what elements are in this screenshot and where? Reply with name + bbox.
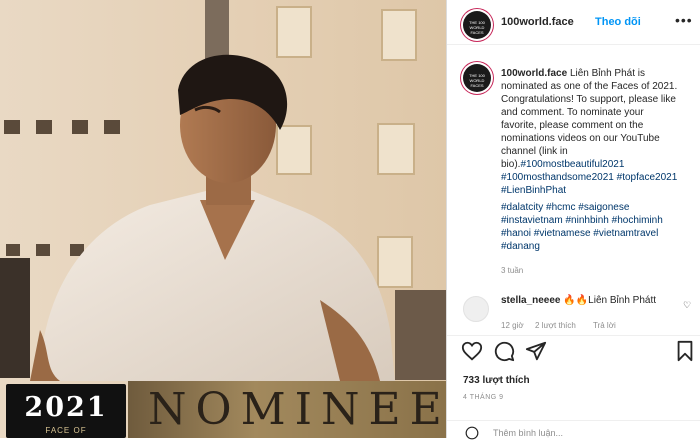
comment-likes[interactable]: 2 lượt thích bbox=[535, 321, 576, 330]
bookmark-icon[interactable] bbox=[675, 340, 695, 362]
add-comment-bar bbox=[447, 420, 700, 439]
post-image[interactable] bbox=[0, 0, 446, 438]
comment-time: 12 giờ bbox=[501, 321, 524, 330]
comment-text: stella_neeee 🔥🔥Liên Bỉnh Phátt bbox=[501, 295, 657, 306]
comment-like-icon[interactable]: ♡ bbox=[683, 300, 691, 311]
caption-line-8[interactable]: #100mosthandsome2021 #topface2021 bbox=[501, 171, 677, 184]
post-photo-illustration bbox=[0, 0, 446, 438]
profile-avatar[interactable]: THE 100 WORLD FACES bbox=[463, 11, 491, 39]
caption-line-5: nominations videos on our YouTube bbox=[501, 133, 660, 144]
action-bar bbox=[447, 335, 700, 370]
nominee-text: NOMINEE bbox=[148, 384, 451, 435]
header-username[interactable]: 100world.face bbox=[501, 16, 574, 28]
more-options-icon[interactable]: ••• bbox=[675, 12, 693, 28]
caption-line-12[interactable]: #hanoi #vietnamese #vietnamtravel bbox=[501, 227, 658, 240]
caption-time: 3 tuần bbox=[501, 266, 524, 275]
caption-avatar[interactable]: THE 100 WORLD FACES bbox=[463, 64, 491, 92]
comment-reply[interactable]: Trả lời bbox=[593, 321, 616, 330]
follow-button[interactable]: Theo dõi bbox=[595, 16, 641, 28]
caption-line-10[interactable]: #dalatcity #hcmc #saigonese bbox=[501, 201, 629, 214]
caption-line-0: 100world.face Liên Bỉnh Phát is bbox=[501, 68, 645, 79]
caption-line-3: and comment. To nominate your bbox=[501, 107, 644, 118]
post-detail-panel: THE 100 WORLD FACES 100world.face Theo d… bbox=[446, 0, 700, 440]
heart-icon[interactable] bbox=[461, 340, 483, 362]
caption-line-7: bio).#100mostbeautiful2021 bbox=[501, 159, 625, 170]
post-date: 4 THÁNG 9 bbox=[463, 394, 504, 401]
caption-line-6: channel (link in bbox=[501, 146, 568, 157]
caption-line-1: nominated as one of the Faces of 2021. bbox=[501, 81, 678, 92]
commenter-avatar[interactable] bbox=[463, 296, 489, 322]
caption-line-13[interactable]: #danang bbox=[501, 240, 540, 253]
badge-year: 2021 bbox=[24, 392, 108, 423]
caption-line-2: Congratulations! To support, please like bbox=[501, 94, 676, 105]
caption-line-9[interactable]: #LienBinhPhat bbox=[501, 184, 566, 197]
caption-username[interactable]: 100world.face bbox=[501, 68, 567, 79]
avatar-text: THE 100 WORLD FACES bbox=[469, 20, 485, 35]
comment-icon[interactable] bbox=[493, 340, 515, 362]
share-icon[interactable] bbox=[525, 340, 547, 362]
badge-subtitle: FACE OF bbox=[45, 426, 87, 435]
comment-input[interactable]: Thêm bình luận... bbox=[493, 428, 563, 438]
hashtag-link[interactable]: #100mostbeautiful2021 bbox=[520, 159, 624, 170]
caption-line-4: favorite, please comment on the bbox=[501, 120, 644, 131]
caption-avatar-text: THE 100 WORLD FACES bbox=[469, 73, 485, 88]
caption-line-11[interactable]: #instavietnam #ninhbinh #hochiminh bbox=[501, 214, 663, 227]
likes-count[interactable]: 733 lượt thích bbox=[463, 375, 530, 386]
comment-username[interactable]: stella_neeee bbox=[501, 295, 561, 306]
